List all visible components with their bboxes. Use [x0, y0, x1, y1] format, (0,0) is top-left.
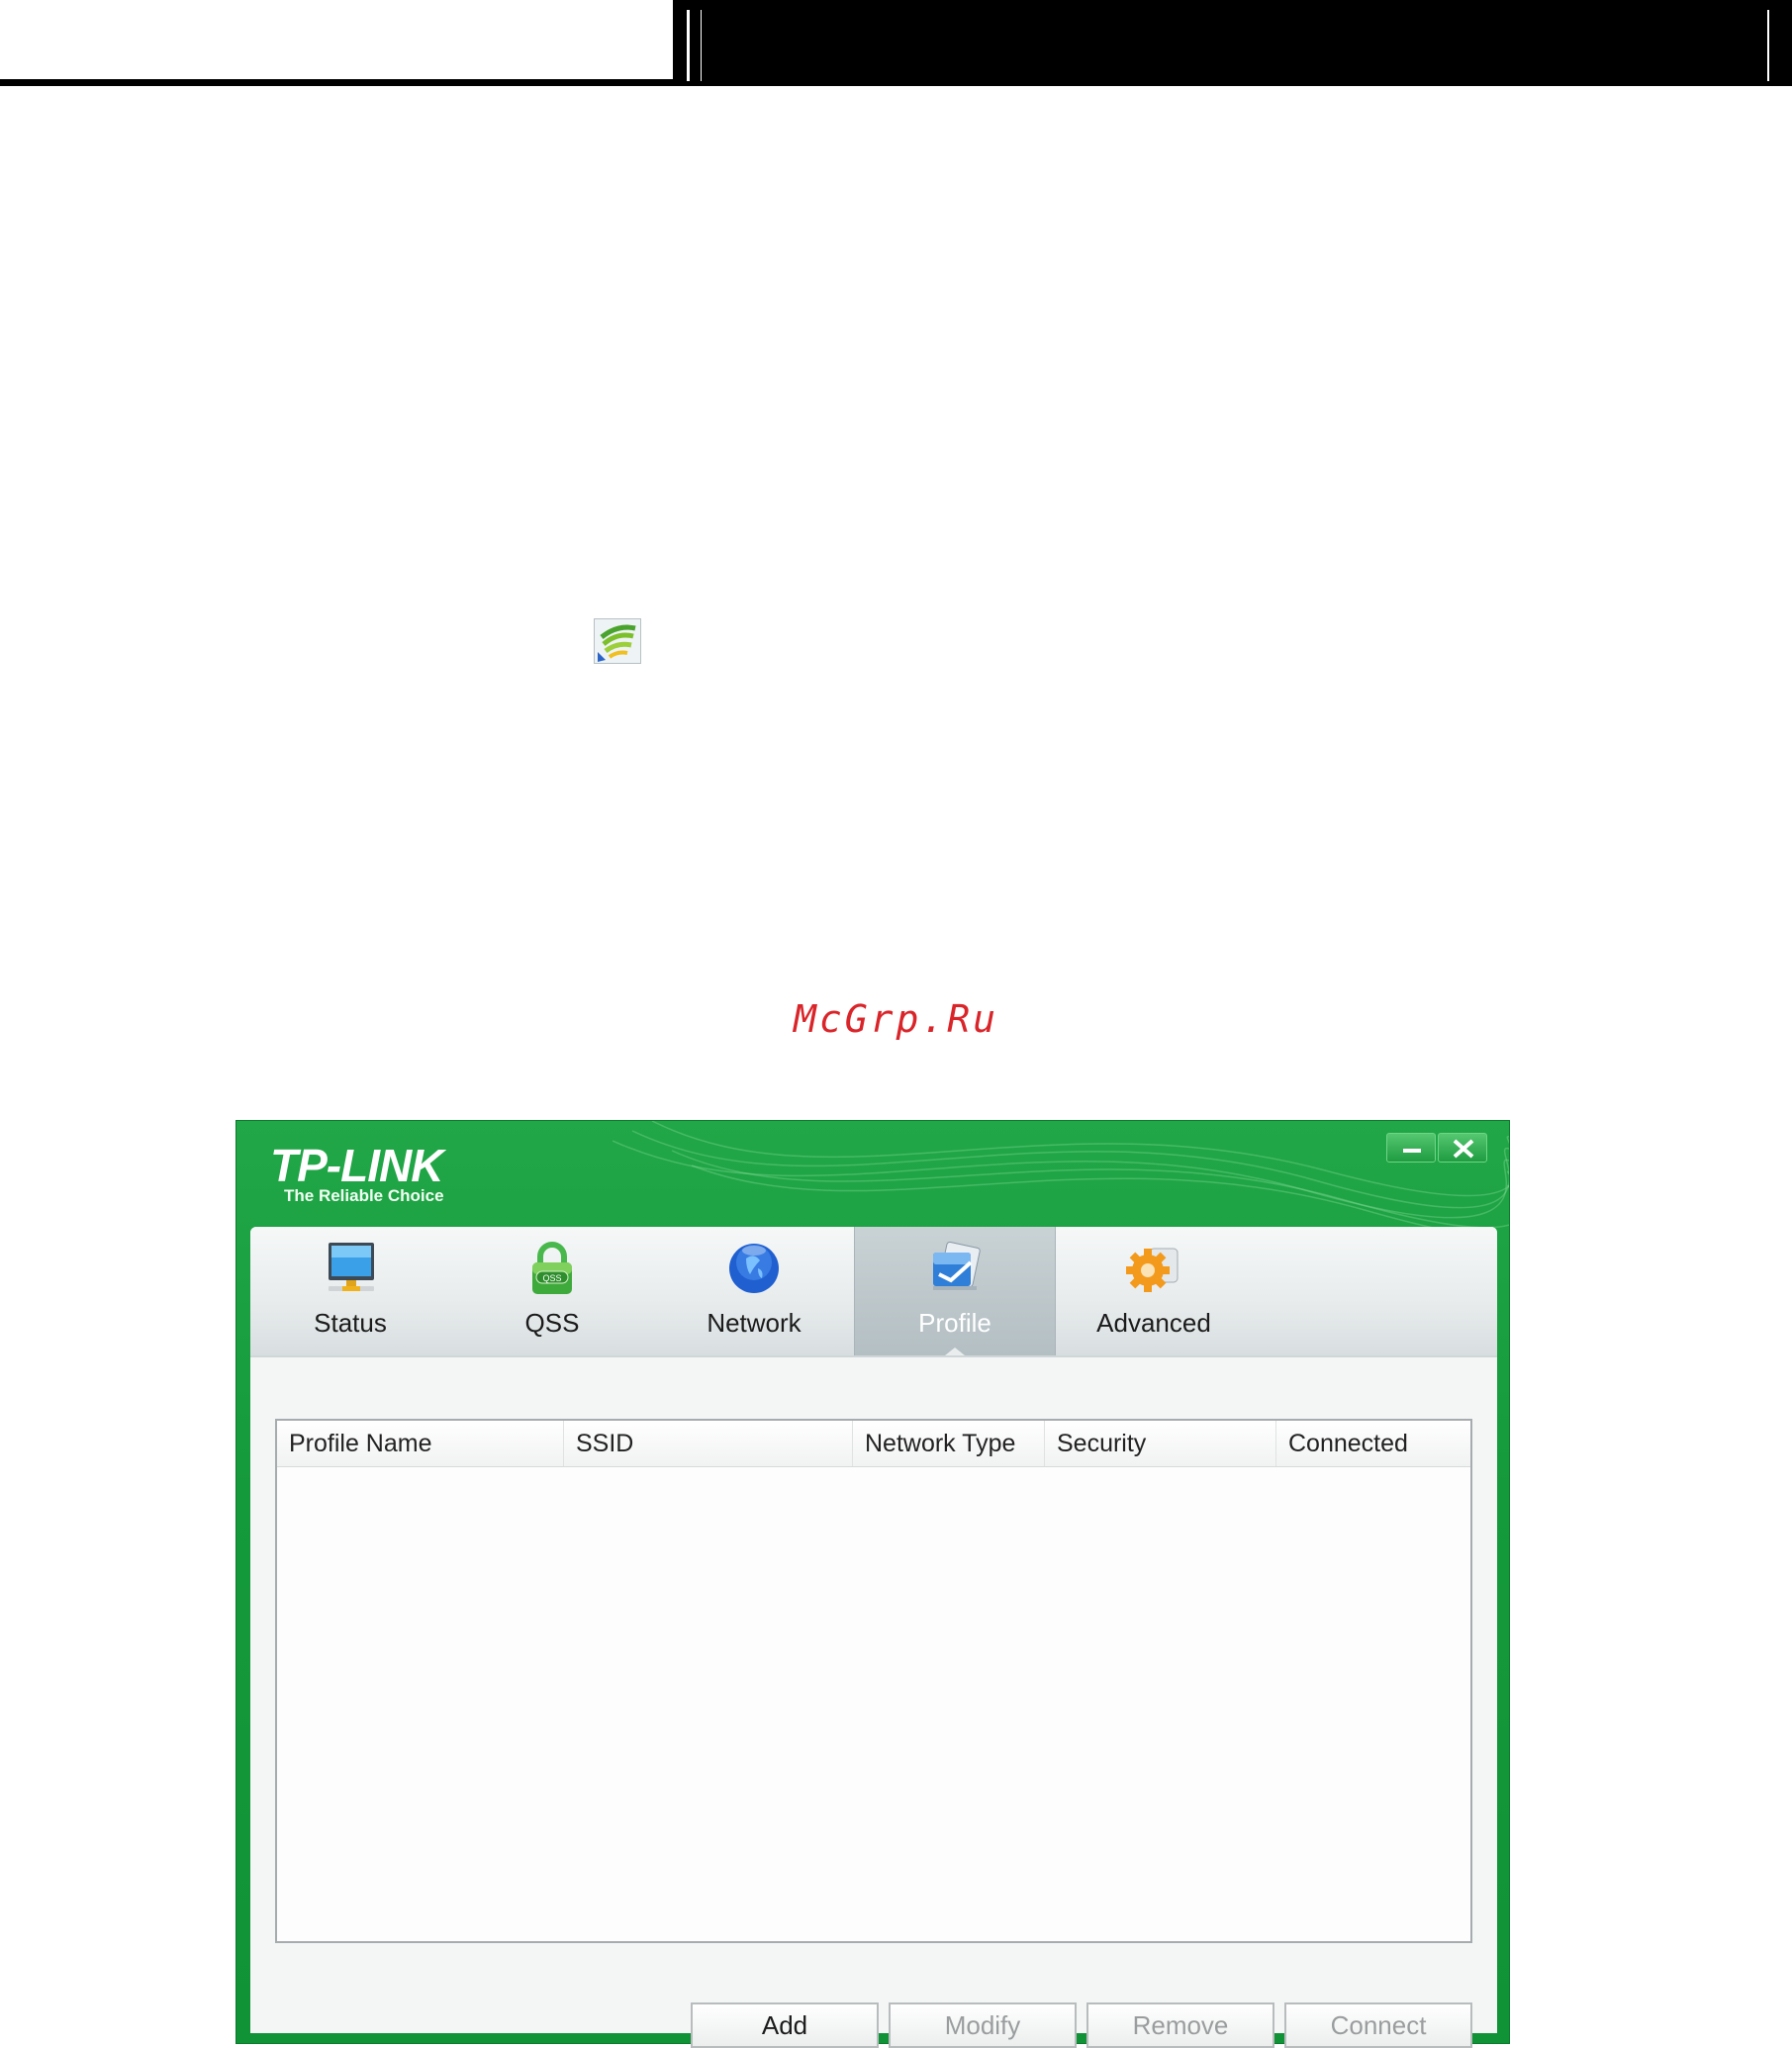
- tab-status-label: Status: [314, 1308, 387, 1338]
- column-connected[interactable]: Connected: [1276, 1421, 1470, 1466]
- profile-icon: [933, 1241, 981, 1290]
- close-button[interactable]: [1438, 1133, 1487, 1163]
- tagline: The Reliable Choice: [284, 1186, 444, 1205]
- tab-advanced-label: Advanced: [1096, 1308, 1211, 1338]
- table-header: Profile Name SSID Network Type Security …: [277, 1421, 1470, 1467]
- svg-text:QSS: QSS: [542, 1273, 561, 1283]
- tab-qss[interactable]: QSS QSS: [452, 1227, 652, 1355]
- qss-lock-icon: QSS: [532, 1242, 572, 1294]
- header-bar: [673, 0, 1792, 86]
- watermark: McGrp.Ru: [793, 997, 999, 1041]
- profile-table[interactable]: Profile Name SSID Network Type Security …: [275, 1419, 1472, 1943]
- main-panel: Status QSS QSS Network Profile Advanced …: [250, 1227, 1497, 2048]
- connect-button[interactable]: Connect: [1284, 2002, 1472, 2048]
- column-network-type[interactable]: Network Type: [853, 1421, 1045, 1466]
- header-divider-thin: [701, 10, 702, 81]
- column-security[interactable]: Security: [1045, 1421, 1276, 1466]
- tab-bar: Status QSS QSS Network Profile Advanced: [250, 1227, 1497, 1357]
- add-button[interactable]: Add: [691, 2002, 879, 2048]
- header-divider: [687, 10, 690, 81]
- header-divider-right: [1767, 10, 1769, 81]
- profile-content: Profile Name SSID Network Type Security …: [250, 1357, 1497, 2048]
- monitor-icon: [329, 1243, 374, 1291]
- tab-qss-label: QSS: [524, 1308, 580, 1338]
- banner-waves: [613, 1121, 1509, 1230]
- tplink-utility-window: TP-LINK The Reliable Choice Status QSS Q…: [236, 1120, 1510, 2048]
- active-tab-pointer: [945, 1348, 965, 1355]
- tplink-logo: TP-LINK: [270, 1140, 443, 1191]
- tab-profile-label: Profile: [918, 1308, 991, 1338]
- tab-profile[interactable]: Profile: [854, 1227, 1056, 1355]
- close-icon: [1453, 1139, 1474, 1159]
- remove-button[interactable]: Remove: [1086, 2002, 1274, 2048]
- wireless-utility-icon[interactable]: [594, 618, 641, 664]
- column-ssid[interactable]: SSID: [564, 1421, 853, 1466]
- tab-network-label: Network: [707, 1308, 802, 1338]
- minimize-icon: [1403, 1149, 1421, 1153]
- tab-network[interactable]: Network: [654, 1227, 854, 1355]
- globe-icon: [729, 1244, 779, 1293]
- column-profile-name[interactable]: Profile Name: [277, 1421, 564, 1466]
- minimize-button[interactable]: [1386, 1133, 1436, 1163]
- modify-button[interactable]: Modify: [889, 2002, 1077, 2048]
- tab-advanced[interactable]: Advanced: [1054, 1227, 1254, 1355]
- gear-icon: [1126, 1248, 1179, 1292]
- tab-status[interactable]: Status: [250, 1227, 450, 1355]
